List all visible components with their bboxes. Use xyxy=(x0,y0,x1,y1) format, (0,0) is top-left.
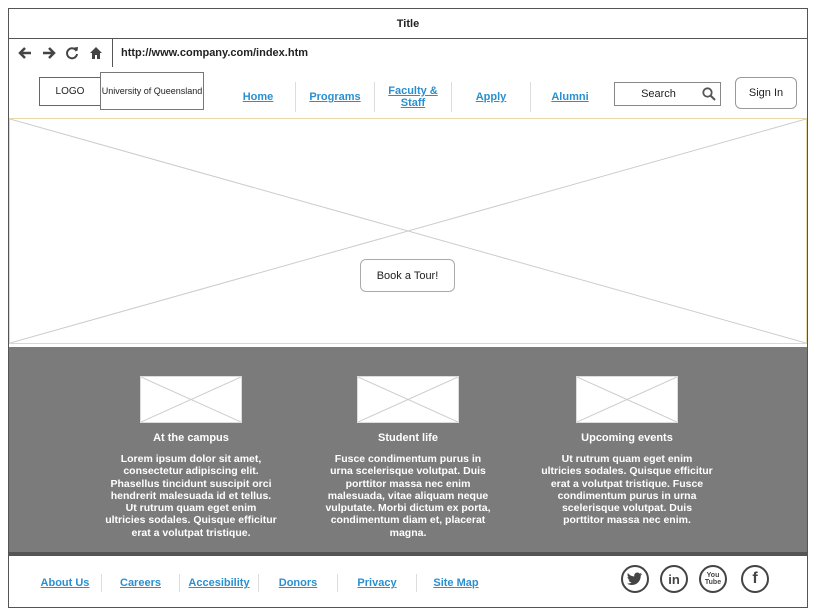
university-name: University of Queensland xyxy=(100,72,204,110)
youtube-icon[interactable]: You Tube xyxy=(699,565,727,593)
feature-image-placeholder xyxy=(140,376,242,423)
book-tour-button[interactable]: Book a Tour! xyxy=(360,259,455,292)
feature-text: Lorem ipsum dolor sit amet, consectetur … xyxy=(105,453,277,539)
forward-arrow-icon[interactable] xyxy=(42,46,56,60)
feature-student-life: Student life Fusce condimentum purus in … xyxy=(322,376,494,539)
feature-title: Student life xyxy=(378,432,438,444)
feature-text: Ut rutrum quam eget enim ultricies sodal… xyxy=(541,453,713,527)
image-placeholder-icon xyxy=(358,377,458,422)
footer-link-careers[interactable]: Careers xyxy=(102,577,179,589)
feature-title: Upcoming events xyxy=(581,432,673,444)
home-icon[interactable] xyxy=(89,46,103,60)
footer-nav: About Us Careers Accesibility Donors Pri… xyxy=(29,573,495,593)
footer-link-privacy[interactable]: Privacy xyxy=(338,577,416,589)
nav-apply[interactable]: Apply xyxy=(452,82,530,112)
image-placeholder-icon xyxy=(10,119,806,343)
feature-text: Fusce condimentum purus in urna sceleris… xyxy=(325,453,491,539)
feature-image-placeholder xyxy=(357,376,459,423)
search-box[interactable]: Search xyxy=(614,82,721,106)
logo[interactable]: LOGO xyxy=(39,77,101,106)
feature-upcoming-events: Upcoming events Ut rutrum quam eget enim… xyxy=(541,376,713,527)
image-placeholder-icon xyxy=(577,377,677,422)
linkedin-icon[interactable]: in xyxy=(660,565,688,593)
address-bar: http://www.company.com/index.htm xyxy=(9,38,807,68)
footer-link-site-map[interactable]: Site Map xyxy=(417,577,495,589)
url-field[interactable]: http://www.company.com/index.htm xyxy=(113,47,308,59)
image-placeholder-icon xyxy=(141,377,241,422)
features-section: At the campus Lorem ipsum dolor sit amet… xyxy=(9,347,807,552)
twitter-icon[interactable] xyxy=(621,565,649,593)
feature-campus: At the campus Lorem ipsum dolor sit amet… xyxy=(105,376,277,539)
linkedin-glyph: in xyxy=(668,571,680,587)
facebook-glyph: f xyxy=(752,570,758,587)
nav-alumni[interactable]: Alumni xyxy=(531,82,609,112)
browser-window: Title http://www.company.com/index.htm L… xyxy=(8,8,808,608)
nav-home[interactable]: Home xyxy=(221,82,295,112)
feature-image-placeholder xyxy=(576,376,678,423)
refresh-icon[interactable] xyxy=(65,46,79,60)
twitter-bird-icon xyxy=(627,572,642,585)
back-arrow-icon[interactable] xyxy=(18,46,32,60)
hero-image-placeholder: Book a Tour! xyxy=(9,118,807,344)
window-title: Title xyxy=(9,9,807,39)
site-header: LOGO University of Queensland Home Progr… xyxy=(9,67,807,118)
main-nav: Home Programs Faculty & Staff Apply Alum… xyxy=(221,82,609,112)
youtube-glyph: You Tube xyxy=(704,572,722,586)
facebook-icon[interactable]: f xyxy=(741,565,769,593)
nav-faculty-staff[interactable]: Faculty & Staff xyxy=(375,82,451,112)
search-label: Search xyxy=(641,88,676,100)
footer-link-accessibility[interactable]: Accesibility xyxy=(180,577,258,589)
feature-title: At the campus xyxy=(153,432,229,444)
site-footer: About Us Careers Accesibility Donors Pri… xyxy=(9,556,807,608)
search-icon[interactable] xyxy=(702,87,716,101)
nav-programs[interactable]: Programs xyxy=(296,82,374,112)
footer-link-donors[interactable]: Donors xyxy=(259,577,337,589)
footer-link-about-us[interactable]: About Us xyxy=(29,577,101,589)
browser-nav-buttons xyxy=(9,38,113,67)
sign-in-button[interactable]: Sign In xyxy=(735,77,797,109)
